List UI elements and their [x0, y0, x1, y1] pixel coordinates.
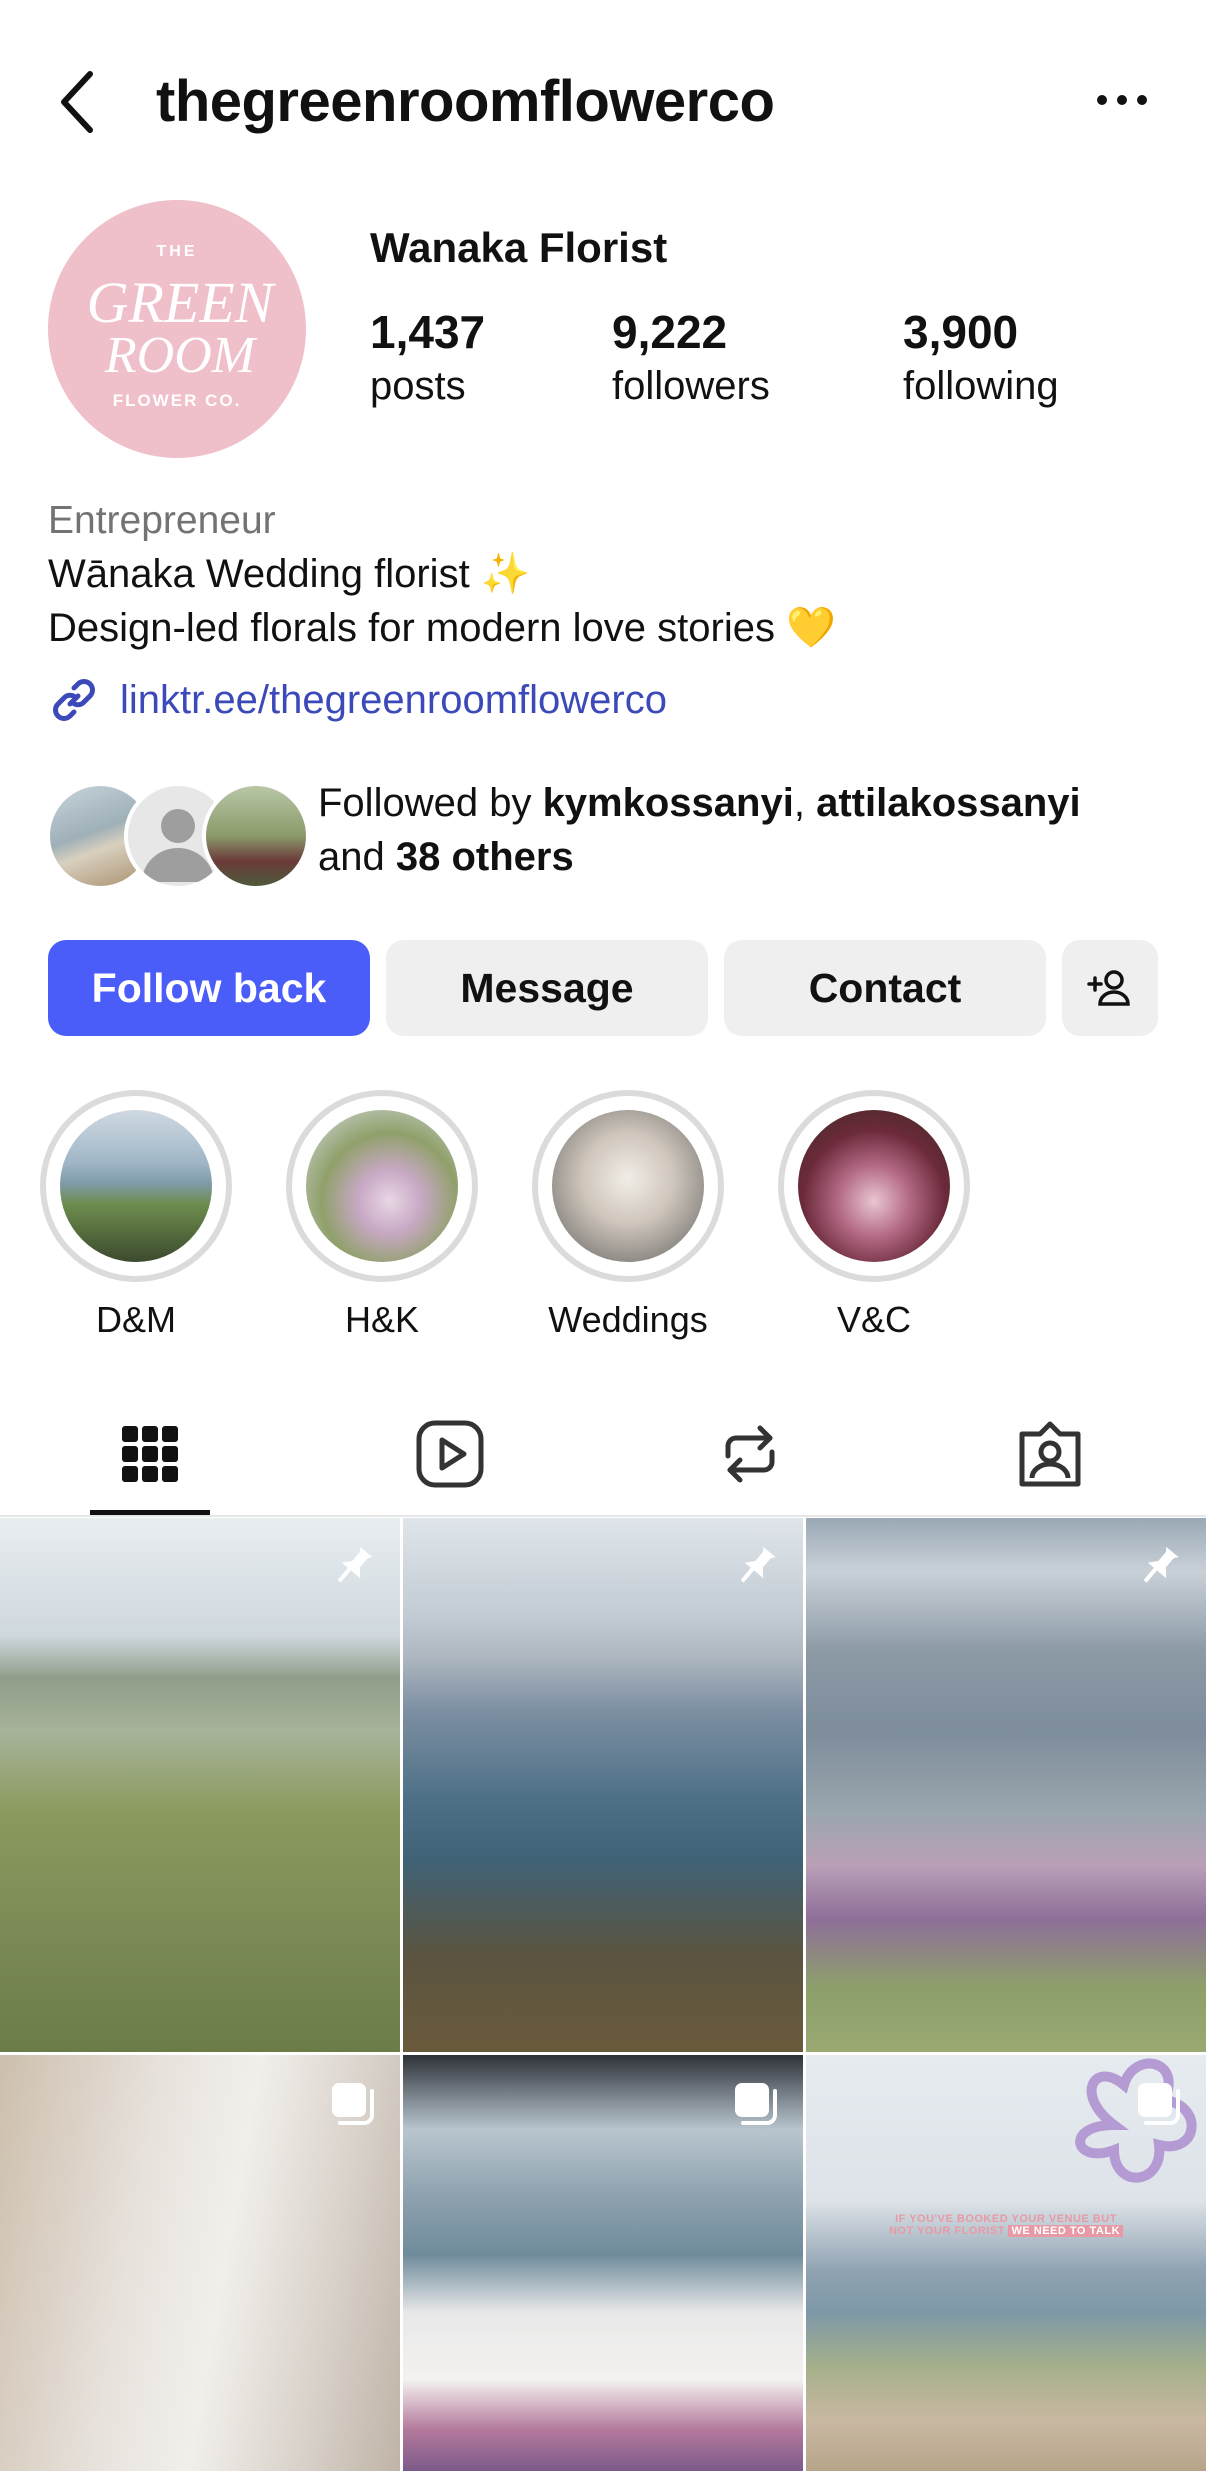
highlight-ring: [778, 1090, 970, 1282]
highlight-cover: [552, 1110, 704, 1262]
highlight-label: Weddings: [548, 1299, 708, 1340]
tab-reels[interactable]: [300, 1392, 600, 1516]
more-horizontal-icon: [1097, 95, 1147, 105]
highlight-cover: [60, 1110, 212, 1262]
highlight-cover: [798, 1110, 950, 1262]
grid-post[interactable]: [403, 2055, 803, 2471]
svg-text:THE: THE: [157, 243, 198, 260]
profile-username: thegreenroomflowerco: [156, 69, 775, 134]
mutual-user: kymkossanyi: [542, 781, 794, 825]
tab-tagged[interactable]: [900, 1392, 1200, 1516]
carousel-icon: [332, 2083, 374, 2125]
bio-line: Wānaka Wedding florist ✨: [48, 552, 531, 596]
profile-category: Entrepreneur: [48, 499, 276, 542]
highlight-label: H&K: [344, 1299, 420, 1340]
comma: ,: [793, 781, 805, 825]
highlight-hk[interactable]: H&K: [284, 1090, 480, 1342]
carousel-icon: [735, 2083, 777, 2125]
highlight-vc[interactable]: V&C: [776, 1090, 972, 1342]
followed-by-prefix: Followed by: [318, 781, 532, 825]
pin-icon: [740, 1546, 776, 1583]
add-person-icon: [1087, 970, 1130, 1006]
follow-back-button[interactable]: Follow back: [48, 940, 370, 1036]
grid-icon: [122, 1426, 178, 1482]
tab-divider: [0, 1515, 1206, 1517]
grid-post[interactable]: [0, 2055, 400, 2471]
pin-icon: [1143, 1546, 1179, 1583]
grid-post[interactable]: [0, 1518, 400, 2052]
svg-text:ROOM: ROOM: [104, 327, 258, 384]
suggested-users-button[interactable]: [1062, 940, 1158, 1036]
overlay-text-line: IF YOU'VE BOOKED YOUR VENUE BUT: [895, 2213, 1117, 2225]
highlight-cover: [306, 1110, 458, 1262]
stat-label: followers: [612, 364, 770, 408]
contact-button[interactable]: Contact: [724, 940, 1046, 1036]
highlight-weddings[interactable]: Weddings: [530, 1090, 726, 1342]
grid-post[interactable]: [806, 1518, 1206, 2052]
message-button[interactable]: Message: [386, 940, 708, 1036]
highlight-dm[interactable]: D&M: [38, 1090, 234, 1342]
mutual-user: attilakossanyi: [816, 781, 1081, 825]
link-icon: [53, 679, 95, 721]
svg-text:GREEN: GREEN: [87, 270, 277, 335]
chevron-left-icon: [61, 71, 93, 133]
post-overlay-text: IF YOU'VE BOOKED YOUR VENUE BUT NOT YOUR…: [806, 2213, 1206, 2237]
tab-posts[interactable]: [0, 1392, 300, 1516]
highlight-ring: [40, 1090, 232, 1282]
back-button[interactable]: [50, 62, 110, 142]
grid-post[interactable]: IF YOU'VE BOOKED YOUR VENUE BUT NOT YOUR…: [806, 2055, 1206, 2471]
stat-count: 9,222: [612, 306, 728, 358]
svg-text:FLOWER CO.: FLOWER CO.: [113, 391, 242, 410]
grid-post[interactable]: [403, 1518, 803, 2052]
reels-icon: [416, 1420, 484, 1488]
stat-followers[interactable]: 9,222 followers: [612, 304, 770, 412]
bio-link-text: linktr.ee/thegreenroomflowerco: [120, 677, 667, 722]
stat-count: 3,900: [903, 306, 1019, 358]
stat-posts[interactable]: 1,437 posts: [370, 304, 485, 412]
stat-count: 1,437: [370, 306, 486, 358]
profile-avatar[interactable]: THE GREEN ROOM FLOWER CO.: [48, 200, 306, 458]
highlight-ring: [286, 1090, 478, 1282]
more-options-button[interactable]: [1090, 80, 1154, 120]
highlight-label: V&C: [836, 1299, 912, 1340]
carousel-icon: [1138, 2083, 1180, 2125]
reposts-icon: [725, 1425, 775, 1483]
bio-link[interactable]: linktr.ee/thegreenroomflowerco: [48, 672, 667, 728]
bio-line: Design-led florals for modern love stori…: [48, 606, 836, 650]
others-count: 38 others: [395, 835, 574, 879]
stat-label: following: [903, 364, 1059, 408]
highlight-ring: [532, 1090, 724, 1282]
stat-label: posts: [370, 364, 466, 408]
stat-following[interactable]: 3,900 following: [903, 304, 1059, 412]
pin-icon: [337, 1546, 373, 1583]
display-name: Wanaka Florist: [370, 224, 668, 271]
avatar: [202, 782, 310, 890]
overlay-text-highlight: WE NEED TO TALK: [1008, 2225, 1124, 2237]
tagged-icon: [1019, 1421, 1081, 1487]
and-text: and: [318, 835, 385, 879]
mutual-followers-avatars[interactable]: [46, 782, 310, 890]
followed-by-text[interactable]: Followed by kymkossanyi, attilakossanyi …: [318, 776, 1081, 884]
green-room-logo: THE GREEN ROOM FLOWER CO.: [87, 243, 277, 410]
tab-reposts[interactable]: [600, 1392, 900, 1516]
overlay-text-line: NOT YOUR FLORIST: [888, 2225, 1005, 2237]
highlight-label: D&M: [96, 1299, 176, 1340]
